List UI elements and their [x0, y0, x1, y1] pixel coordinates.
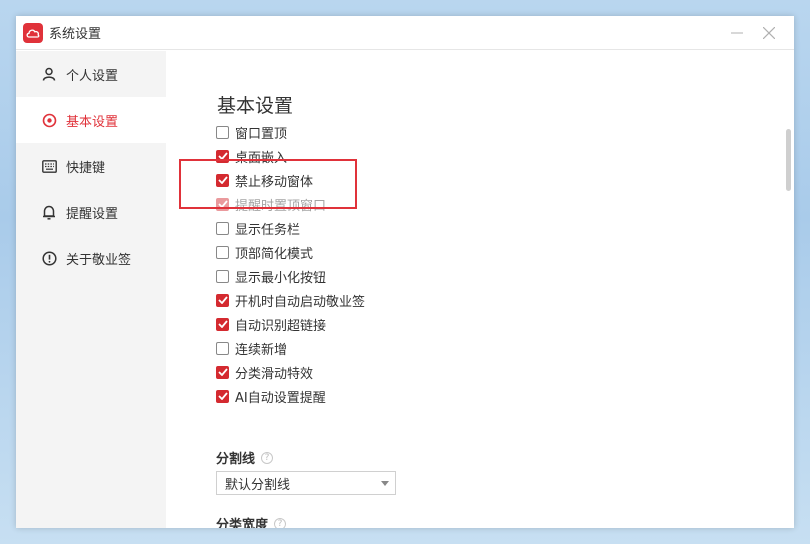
sidebar-item-personal[interactable]: 个人设置 [16, 51, 166, 97]
user-icon [41, 66, 57, 82]
window-title: 系统设置 [49, 27, 102, 42]
option-label: 分类滑动特效 [235, 366, 314, 382]
checkbox[interactable] [216, 269, 229, 283]
checkbox[interactable] [216, 125, 229, 139]
option-label: 显示最小化按钮 [235, 270, 327, 286]
checkmark-icon [217, 320, 228, 328]
option-ai-reminder[interactable]: AI自动设置提醒 [216, 386, 326, 406]
option-label: 连续新增 [235, 342, 288, 358]
sidebar-item-about[interactable]: 关于敬业签 [16, 235, 166, 281]
option-label: 自动识别超链接 [235, 318, 327, 334]
sidebar-item-label: 个人设置 [66, 68, 119, 84]
app-logo-icon [23, 22, 43, 43]
minimize-icon [731, 32, 743, 34]
divider-label-text: 分割线 [216, 452, 256, 467]
option-auto-hyperlink[interactable]: 自动识别超链接 [216, 314, 326, 334]
sidebar-item-shortcuts[interactable]: 快捷键 [16, 143, 166, 189]
highlight-annotation [179, 159, 357, 209]
sidebar-item-label: 基本设置 [66, 114, 119, 130]
checkbox[interactable] [216, 317, 229, 331]
settings-icon [41, 112, 57, 128]
option-show-minimize[interactable]: 显示最小化按钮 [216, 266, 326, 286]
option-label: AI自动设置提醒 [235, 390, 326, 406]
category-width-label-text: 分类宽度 [216, 518, 269, 528]
scrollbar-thumb[interactable] [786, 129, 791, 191]
divider-label: 分割线 ? [216, 448, 274, 467]
sidebar-item-label: 提醒设置 [66, 206, 119, 222]
option-continuous-add[interactable]: 连续新增 [216, 338, 287, 358]
sidebar-item-label: 快捷键 [66, 160, 106, 176]
checkbox[interactable] [216, 341, 229, 355]
sidebar: 个人设置 基本设置 快捷键 提醒设置 关于敬业签 [16, 51, 166, 528]
option-label: 顶部简化模式 [235, 246, 314, 262]
help-icon[interactable]: ? [274, 517, 287, 528]
divider-select-value: 默认分割线 [225, 477, 291, 493]
checkbox[interactable] [216, 389, 229, 403]
option-label: 窗口置顶 [235, 126, 288, 142]
settings-content: 基本设置 窗口置顶 桌面嵌入 禁止移动窗体 提醒时置顶窗口 显示任务栏 顶部简化… [166, 51, 794, 528]
close-icon [763, 27, 775, 39]
checkmark-icon [217, 296, 228, 304]
settings-window: 系统设置 个人设置 基本设置 快捷键 提醒设置 关于敬业签 基本设置 窗口置顶 … [16, 16, 794, 528]
checkmark-icon [217, 368, 228, 376]
bell-icon [41, 204, 57, 220]
option-autostart[interactable]: 开机时自动启动敬业签 [216, 290, 365, 310]
option-category-slide-effect[interactable]: 分类滑动特效 [216, 362, 313, 382]
chevron-down-icon [381, 481, 389, 486]
category-width-label: 分类宽度 ? [216, 514, 287, 528]
close-button[interactable] [760, 24, 778, 42]
title-bar: 系统设置 [16, 16, 794, 50]
minimize-button[interactable] [728, 24, 746, 42]
option-window-on-top[interactable]: 窗口置顶 [216, 122, 287, 142]
option-show-taskbar[interactable]: 显示任务栏 [216, 218, 300, 238]
help-icon[interactable]: ? [261, 451, 274, 464]
section-title: 基本设置 [217, 95, 294, 117]
checkbox[interactable] [216, 245, 229, 259]
keyboard-icon [41, 158, 57, 174]
divider-select[interactable]: 默认分割线 [216, 471, 396, 495]
sidebar-item-label: 关于敬业签 [66, 252, 132, 268]
checkbox[interactable] [216, 365, 229, 379]
checkbox[interactable] [216, 221, 229, 235]
option-label: 显示任务栏 [235, 222, 301, 238]
info-icon [41, 250, 57, 266]
sidebar-item-basic[interactable]: 基本设置 [16, 97, 166, 143]
sidebar-item-reminders[interactable]: 提醒设置 [16, 189, 166, 235]
checkmark-icon [217, 392, 228, 400]
option-label: 开机时自动启动敬业签 [235, 294, 366, 310]
option-top-simple-mode[interactable]: 顶部简化模式 [216, 242, 313, 262]
checkbox[interactable] [216, 293, 229, 307]
